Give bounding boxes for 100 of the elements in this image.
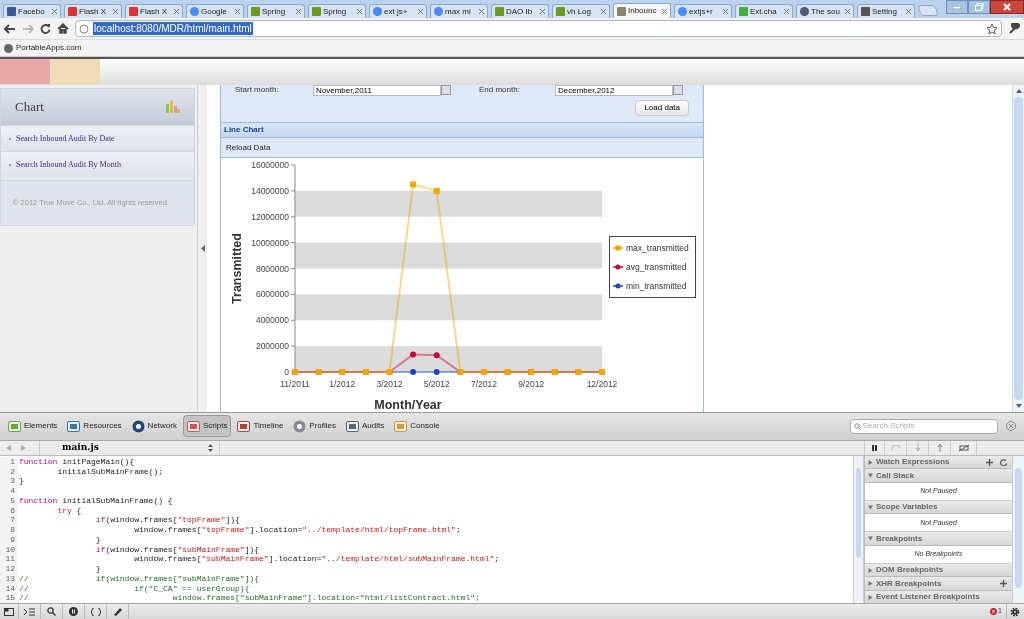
devtools-tab[interactable]: Resources (63, 415, 126, 438)
sidebar-scrollbar[interactable] (1012, 455, 1024, 604)
refresh-icon[interactable] (1000, 458, 1007, 466)
close-icon[interactable] (540, 9, 545, 14)
browser-tab[interactable]: Ext.cha (735, 4, 793, 18)
bookmark[interactable]: PortableApps.com (4, 42, 82, 54)
browser-tab[interactable]: Setting (857, 4, 915, 18)
close-icon[interactable] (113, 9, 118, 14)
code-line: } (94, 564, 101, 574)
file-select[interactable]: main.js (40, 440, 220, 455)
close-icon[interactable] (662, 8, 667, 14)
y-tick-label: 8000000 (255, 263, 289, 274)
close-icon[interactable] (906, 9, 911, 14)
browser-tab[interactable]: Google (186, 4, 244, 18)
line-number: 2 (0, 466, 17, 477)
browser-tab[interactable]: Spring (247, 4, 305, 18)
close-icon[interactable] (1006, 421, 1016, 432)
site-icon (617, 6, 626, 16)
home-icon[interactable] (57, 23, 69, 34)
collapse-arrow-icon[interactable] (200, 245, 205, 252)
minimize-button[interactable] (946, 0, 968, 14)
close-icon[interactable] (845, 9, 850, 14)
code-scrollbar[interactable] (853, 455, 864, 604)
search-input[interactable]: Search Scripts (862, 420, 994, 433)
site-icon (861, 7, 870, 16)
code-line: } (18, 476, 24, 487)
maximize-button[interactable] (968, 0, 990, 14)
close-icon[interactable] (784, 9, 789, 14)
reload-data-button[interactable]: Reload Data (225, 141, 272, 154)
section-header[interactable]: Breakpoints (865, 532, 1012, 546)
legend-label: min_transmitted (626, 281, 687, 291)
browser-tab[interactable]: Spring (308, 4, 366, 18)
devtools-tab[interactable]: Elements (4, 415, 62, 438)
browser-tab[interactable]: Flash X (64, 4, 122, 18)
code-line: } (94, 534, 101, 545)
close-icon[interactable] (723, 9, 728, 14)
sidebar-link[interactable]: Search Inbound Audit By Date (1, 125, 194, 151)
browser-tab[interactable]: ext js+ (369, 4, 427, 18)
devtools-tab[interactable]: Timeline (233, 415, 288, 438)
scroll-down-icon[interactable] (1015, 404, 1022, 408)
elements-icon (8, 419, 21, 433)
panel-title: Chart (15, 98, 44, 117)
site-icon (495, 7, 504, 16)
close-icon[interactable] (296, 9, 301, 14)
close-icon[interactable] (418, 9, 423, 14)
date-field[interactable]: December,2012 (555, 85, 673, 96)
line-number: 3 (0, 476, 17, 487)
add-icon[interactable] (1000, 580, 1007, 588)
browser-tab[interactable]: Flash X (125, 4, 183, 18)
x-tick-label: 1/2012 (329, 379, 356, 389)
new-tab-button[interactable] (917, 5, 939, 16)
address-field[interactable]: localhost:8080/MDR/html/main.html (75, 20, 1002, 37)
x-axis-title: Month/Year (374, 398, 442, 412)
close-icon[interactable] (52, 9, 57, 14)
code-line: if(window.frames["subMainFrame"]){ (94, 544, 260, 555)
close-icon[interactable] (235, 9, 240, 14)
date-field[interactable]: November,2011 (313, 85, 441, 96)
close-icon[interactable] (601, 9, 606, 14)
devtools-tab[interactable]: Network (127, 415, 181, 438)
code-line: // if(window.frames["subMainFrame"]){ (18, 573, 260, 584)
browser-tab[interactable]: max mi (430, 4, 488, 18)
sidebar-link[interactable]: Search Inbound Audit By Month (1, 151, 194, 177)
devtools-tab[interactable]: Scripts (182, 415, 232, 438)
reload-icon[interactable] (40, 23, 51, 34)
close-button[interactable] (990, 0, 1024, 14)
section-header[interactable]: XHR Breakpoints (865, 577, 1012, 591)
x-tick-label: 7/2012 (470, 379, 497, 389)
close-icon[interactable] (174, 9, 179, 14)
browser-tab[interactable]: The sou (796, 4, 854, 18)
star-icon[interactable] (986, 22, 998, 35)
browser-tab[interactable]: DAO Ib (491, 4, 549, 18)
scroll-up-icon[interactable] (1015, 89, 1022, 93)
browser-tab[interactable]: Inbounc (613, 3, 671, 18)
y-tick-label: 12000000 (251, 211, 289, 222)
load-data-button[interactable]: Load data (635, 100, 689, 116)
forward-icon[interactable] (21, 444, 26, 451)
line-number: 8 (0, 525, 17, 535)
settings-icon[interactable] (1009, 606, 1020, 617)
add-icon[interactable] (986, 458, 993, 466)
calendar-icon[interactable] (673, 85, 683, 95)
browser-tab[interactable]: vh Log (552, 4, 610, 18)
step-over-icon (890, 444, 901, 451)
y-tick-label: 0 (284, 367, 289, 377)
page-icon (79, 23, 89, 34)
browser-tab[interactable]: extjs+r (674, 4, 732, 18)
code-line: window.frames["subMainFrame"].location="../template/html/subMainFrame.html"; (133, 554, 500, 565)
calendar-icon[interactable] (441, 85, 451, 95)
close-icon[interactable] (479, 9, 484, 14)
devtools-tab[interactable]: Console (390, 415, 444, 438)
wrench-icon[interactable] (1008, 22, 1020, 35)
devtools-tab[interactable]: Profiles (289, 415, 341, 438)
search-field[interactable]: Search Scripts (850, 418, 998, 434)
back-icon[interactable] (4, 23, 16, 34)
page-scrollbar[interactable] (1012, 85, 1024, 412)
section-header[interactable]: Call Stack (865, 469, 1012, 483)
devtools-tab[interactable]: Audits (342, 415, 389, 438)
site-icon (800, 7, 809, 16)
timeline-icon (237, 419, 251, 433)
browser-tab[interactable]: Facebo (3, 4, 61, 18)
close-icon[interactable] (357, 9, 362, 14)
